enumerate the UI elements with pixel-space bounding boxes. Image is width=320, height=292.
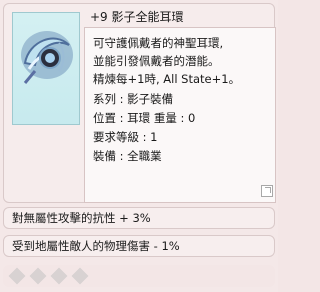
crescent-earring-icon bbox=[21, 31, 73, 84]
item-description: 可守護佩戴者的神聖耳環, 並能引發佩戴者的潛能。 精煉每+1時, All Sta… bbox=[84, 27, 276, 203]
description-line: 並能引發佩戴者的潛能。 bbox=[93, 54, 220, 68]
item-image bbox=[12, 12, 80, 125]
description-line: 系列 : 影子裝備 bbox=[93, 92, 174, 106]
item-effect: 受到地屬性敵人的物理傷害 - 1% bbox=[3, 235, 275, 257]
card-slots bbox=[3, 265, 275, 287]
expand-icon[interactable] bbox=[261, 185, 273, 197]
description-line: 要求等級 : 1 bbox=[93, 130, 158, 144]
description-line: 裝備 : 全職業 bbox=[93, 149, 162, 163]
description-line: 精煉每+1時, All State+1。 bbox=[93, 72, 241, 86]
description-line: 可守護佩戴者的神聖耳環, bbox=[93, 36, 224, 50]
item-effect: 對無屬性攻擊的抗性 + 3% bbox=[3, 207, 275, 229]
empty-slot-icon[interactable] bbox=[8, 267, 26, 285]
empty-slot-icon[interactable] bbox=[29, 267, 47, 285]
item-info-frame: +9 影子全能耳環 可守護佩戴者的神聖耳環, 並能引發佩戴者的潛能。 精煉每+1… bbox=[3, 3, 276, 203]
empty-slot-icon[interactable] bbox=[71, 267, 89, 285]
item-tooltip-panel: +9 影子全能耳環 可守護佩戴者的神聖耳環, 並能引發佩戴者的潛能。 精煉每+1… bbox=[0, 0, 278, 292]
empty-slot-icon[interactable] bbox=[50, 267, 68, 285]
item-name: +9 影子全能耳環 bbox=[90, 10, 184, 24]
description-line: 位置 : 耳環 重量 : 0 bbox=[93, 111, 196, 125]
